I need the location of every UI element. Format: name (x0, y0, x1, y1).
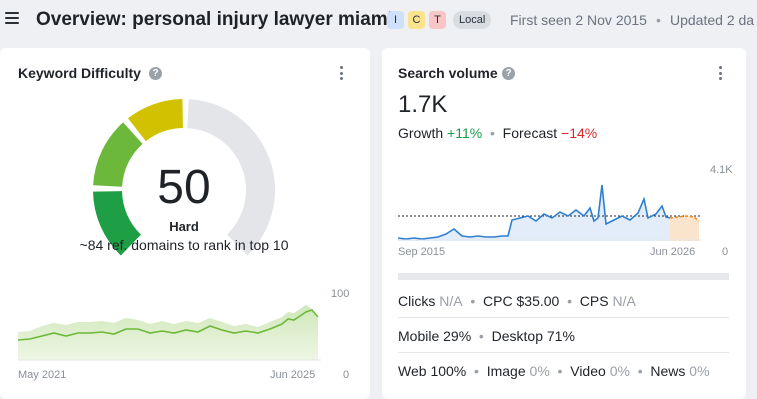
news-label: News (650, 363, 686, 379)
growth-label: Growth (398, 125, 444, 141)
cpc-value: $35.00 (516, 293, 560, 309)
image-label: Image (486, 363, 526, 379)
news-value: 0% (689, 363, 710, 379)
separator-dot: • (475, 328, 488, 344)
sv-chart-y-min: 0 (722, 246, 729, 258)
separator-dot: • (563, 293, 576, 309)
clicks-label: Clicks (398, 293, 436, 309)
gauge-segment-medium (93, 122, 143, 187)
sv-growth-row: Growth +11% • Forecast −14% (398, 125, 597, 141)
kd-description: ~84 ref. domains to rank in top 10 (79, 237, 289, 253)
kd-value: 50 (157, 161, 211, 214)
sv-scroll-track[interactable] (398, 273, 729, 280)
updated-text: Updated 2 da (670, 12, 755, 28)
first-seen-text: First seen 2 Nov 2015 (510, 12, 647, 28)
mobile-share: Mobile 29% (398, 328, 472, 344)
separator-dot: • (470, 363, 483, 379)
kd-chart-x-end: Jun 2025 (270, 369, 316, 381)
serp-type-row: Web 100% • Image 0% • Video 0% • News 0% (398, 363, 710, 379)
divider (398, 317, 729, 318)
cpc-label: CPC (483, 293, 513, 309)
web-value: 100% (430, 363, 467, 379)
kd-chart-y-min: 0 (343, 369, 350, 381)
cps-value: N/A (612, 293, 636, 309)
sv-chart-y-max: 4.1K (710, 164, 733, 176)
local-badge: Local (453, 11, 492, 29)
sv-value: 1.7K (398, 91, 448, 118)
desktop-share: Desktop 71% (491, 328, 575, 344)
clicks-value: N/A (439, 293, 463, 309)
forecast-value: −14% (561, 125, 598, 141)
sv-chart-x-start: Sep 2015 (398, 246, 446, 258)
separator-dot: • (553, 363, 567, 379)
growth-separator: • (486, 125, 499, 141)
kd-chart-x-start: May 2021 (18, 369, 67, 381)
sv-help-icon[interactable]: ? (502, 67, 515, 80)
web-label: Web (398, 363, 427, 379)
kd-chart-y-max: 100 (331, 288, 350, 300)
sv-more-options-icon[interactable] (718, 66, 722, 80)
growth-value: +11% (447, 125, 483, 141)
sv-history-area (398, 185, 670, 241)
intent-badge-informational: I (387, 11, 404, 29)
meta-separator: • (656, 12, 661, 28)
kd-level-label: Hard (169, 219, 199, 234)
gauge-segment-hard (127, 99, 183, 142)
intent-badge-commercial: C (408, 11, 425, 29)
sv-history-chart (398, 184, 701, 241)
device-row: Mobile 29% • Desktop 71% (398, 328, 575, 344)
sv-card-title: Search volume (398, 65, 498, 81)
clicks-cpc-row: Clicks N/A • CPC $35.00 • CPS N/A (398, 293, 636, 309)
forecast-label: Forecast (502, 125, 558, 141)
intent-badge-transactional: T (429, 11, 446, 29)
image-value: 0% (529, 363, 550, 379)
sv-chart-x-end: Jun 2026 (650, 246, 696, 258)
video-value: 0% (609, 363, 630, 379)
divider (398, 352, 729, 353)
video-label: Video (570, 363, 606, 379)
cps-label: CPS (579, 293, 609, 309)
separator-dot: • (466, 293, 480, 309)
kd-history-chart (18, 305, 321, 361)
sv-forecast-area (670, 216, 699, 241)
separator-dot: • (633, 363, 647, 379)
